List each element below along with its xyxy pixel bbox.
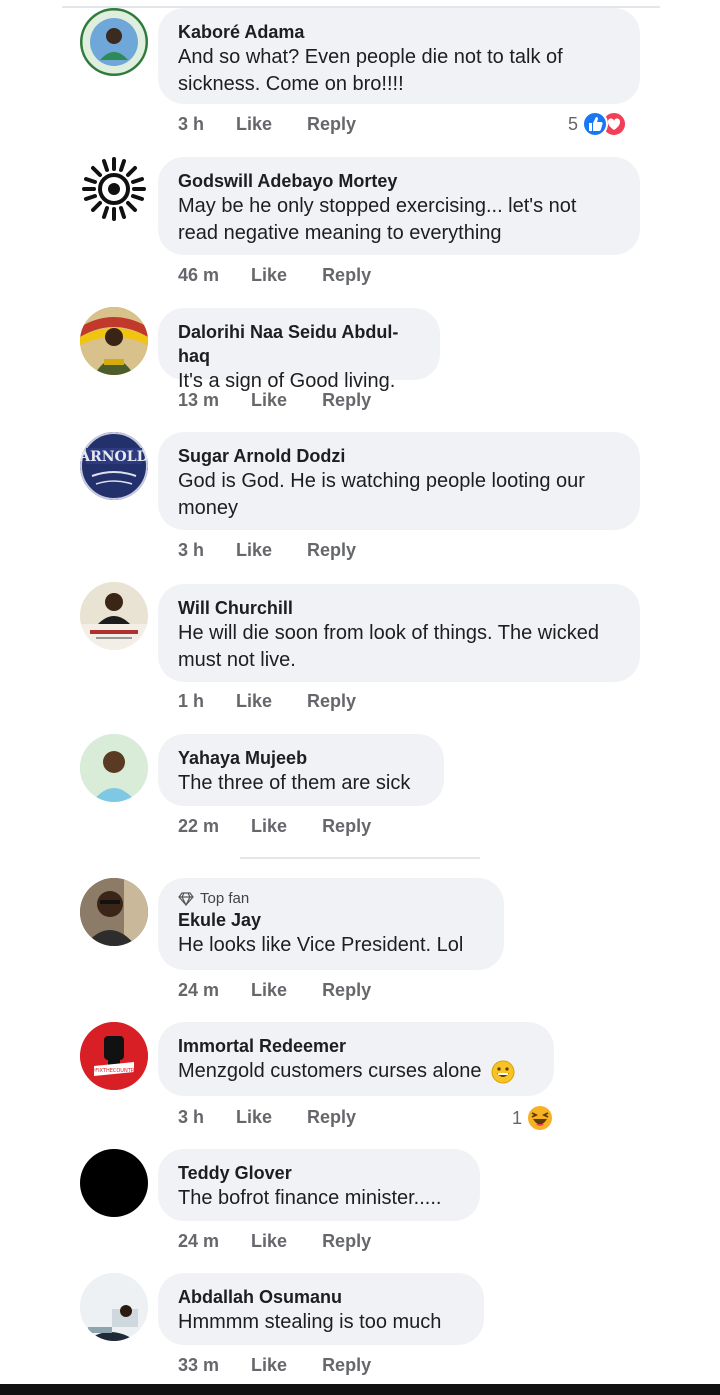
avatar[interactable]: #FIXTHECOUNTRY (80, 1022, 148, 1090)
comment-text: The three of them are sick (178, 772, 411, 794)
diamond-icon (178, 892, 194, 906)
haha-reaction-icon (526, 1104, 555, 1132)
reaction-count[interactable]: 1 (512, 1103, 555, 1133)
like-button[interactable]: Like (251, 980, 287, 1001)
comment-text: He will die soon from look of things. Th… (178, 622, 599, 671)
like-button[interactable]: Like (251, 390, 287, 411)
comment-bubble: Dalorihi Naa Seidu Abdul-haq It's a sign… (158, 308, 440, 392)
reaction-number: 1 (512, 1107, 523, 1128)
comment-time[interactable]: 3 h (178, 540, 204, 561)
comment-author[interactable]: Sugar Arnold Dodzi (178, 444, 620, 468)
avatar[interactable] (80, 878, 148, 946)
reply-button[interactable]: Reply (307, 691, 356, 712)
comment-author[interactable]: Ekule Jay (178, 908, 484, 932)
avatar[interactable] (80, 734, 148, 802)
comment-actions: 3 h Like Reply (178, 540, 356, 561)
like-button[interactable]: Like (251, 265, 287, 286)
comment-time[interactable]: 33 m (178, 1355, 219, 1376)
reply-button[interactable]: Reply (322, 1231, 371, 1252)
comment-actions: 24 m Like Reply (178, 980, 371, 1001)
comment-time[interactable]: 1 h (178, 691, 204, 712)
comment-actions: 13 m Like Reply (178, 390, 371, 411)
reaction-count[interactable]: 5 (568, 110, 629, 138)
comment-bubble: Will Churchill He will die soon from loo… (158, 584, 640, 682)
reaction-number: 5 (568, 113, 579, 134)
top-fan-badge: Top fan (178, 890, 484, 908)
like-button[interactable]: Like (236, 114, 272, 135)
comment-author[interactable]: Abdallah Osumanu (178, 1285, 464, 1309)
comment-time[interactable]: 24 m (178, 980, 219, 1001)
avatar[interactable] (80, 1273, 148, 1341)
comment-author[interactable]: Dalorihi Naa Seidu Abdul-haq (178, 320, 420, 368)
avatar[interactable] (80, 1149, 148, 1217)
reply-button[interactable]: Reply (307, 540, 356, 561)
comment-actions: 33 m Like Reply (178, 1355, 371, 1376)
like-button[interactable]: Like (236, 540, 272, 561)
comment-text: He looks like Vice President. Lol (178, 934, 464, 956)
like-button[interactable]: Like (251, 1355, 287, 1376)
comment-bubble: Godswill Adebayo Mortey May be he only s… (158, 157, 640, 255)
comment-time[interactable]: 3 h (178, 114, 204, 135)
comment-text-content: Menzgold customers curses alone (178, 1060, 482, 1082)
comment-author[interactable]: Godswill Adebayo Mortey (178, 169, 620, 193)
reply-button[interactable]: Reply (322, 980, 371, 1001)
comment-text: May be he only stopped exercising... let… (178, 195, 577, 244)
comment-actions: 24 m Like Reply (178, 1231, 371, 1252)
comment-author[interactable]: Immortal Redeemer (178, 1034, 534, 1058)
like-button[interactable]: Like (251, 1231, 287, 1252)
like-button[interactable]: Like (236, 1107, 272, 1128)
comment-time[interactable]: 3 h (178, 1107, 204, 1128)
reply-button[interactable]: Reply (322, 265, 371, 286)
comment-author[interactable]: Teddy Glover (178, 1161, 460, 1185)
comment-bubble: Top fan Ekule Jay He looks like Vice Pre… (158, 878, 504, 970)
comment-bubble: Immortal Redeemer Menzgold customers cur… (158, 1022, 554, 1096)
comment-bubble: Yahaya Mujeeb The three of them are sick (158, 734, 444, 806)
comment-text: The bofrot finance minister..... (178, 1187, 442, 1209)
comment-actions: 22 m Like Reply (178, 816, 371, 837)
comment-bubble: Teddy Glover The bofrot finance minister… (158, 1149, 480, 1221)
top-fan-label: Top fan (200, 890, 250, 907)
like-love-reaction-icon (582, 111, 628, 137)
comment-author[interactable]: Yahaya Mujeeb (178, 746, 424, 770)
like-button[interactable]: Like (251, 816, 287, 837)
comment-text: Hmmmm stealing is too much (178, 1311, 442, 1333)
comment-actions: 3 h Like Reply (178, 1107, 356, 1128)
reply-button[interactable]: Reply (322, 1355, 371, 1376)
divider (240, 857, 480, 859)
comment-text: God is God. He is watching people lootin… (178, 470, 585, 519)
comment-actions: 3 h Like Reply (178, 114, 356, 135)
like-button[interactable]: Like (236, 691, 272, 712)
comment-text: And so what? Even people die not to talk… (178, 46, 563, 95)
avatar[interactable] (80, 582, 148, 650)
svg-text:ARNOLD: ARNOLD (80, 449, 148, 465)
comment-time[interactable]: 24 m (178, 1231, 219, 1252)
comment-author[interactable]: Will Churchill (178, 596, 620, 620)
reply-button[interactable]: Reply (322, 816, 371, 837)
comment-author[interactable]: Kaboré Adama (178, 20, 620, 44)
comment-time[interactable]: 46 m (178, 265, 219, 286)
comment-text: Menzgold customers curses alone (178, 1058, 534, 1085)
svg-text:#FIXTHECOUNTRY: #FIXTHECOUNTRY (91, 1068, 138, 1074)
comment-bubble: Sugar Arnold Dodzi God is God. He is wat… (158, 432, 640, 530)
comment-bubble: Abdallah Osumanu Hmmmm stealing is too m… (158, 1273, 484, 1345)
comment-bubble: Kaboré Adama And so what? Even people di… (158, 8, 640, 104)
avatar[interactable] (80, 307, 148, 375)
navigation-bar (0, 1384, 720, 1395)
comment-time[interactable]: 22 m (178, 816, 219, 837)
reply-button[interactable]: Reply (307, 114, 356, 135)
avatar[interactable] (80, 8, 148, 76)
avatar[interactable]: ARNOLD (80, 432, 148, 500)
reply-button[interactable]: Reply (307, 1107, 356, 1128)
comment-time[interactable]: 13 m (178, 390, 219, 411)
comment-actions: 46 m Like Reply (178, 265, 371, 286)
avatar[interactable] (80, 155, 148, 223)
grinning-emoji-icon (491, 1060, 515, 1084)
comment-actions: 1 h Like Reply (178, 691, 356, 712)
reply-button[interactable]: Reply (322, 390, 371, 411)
